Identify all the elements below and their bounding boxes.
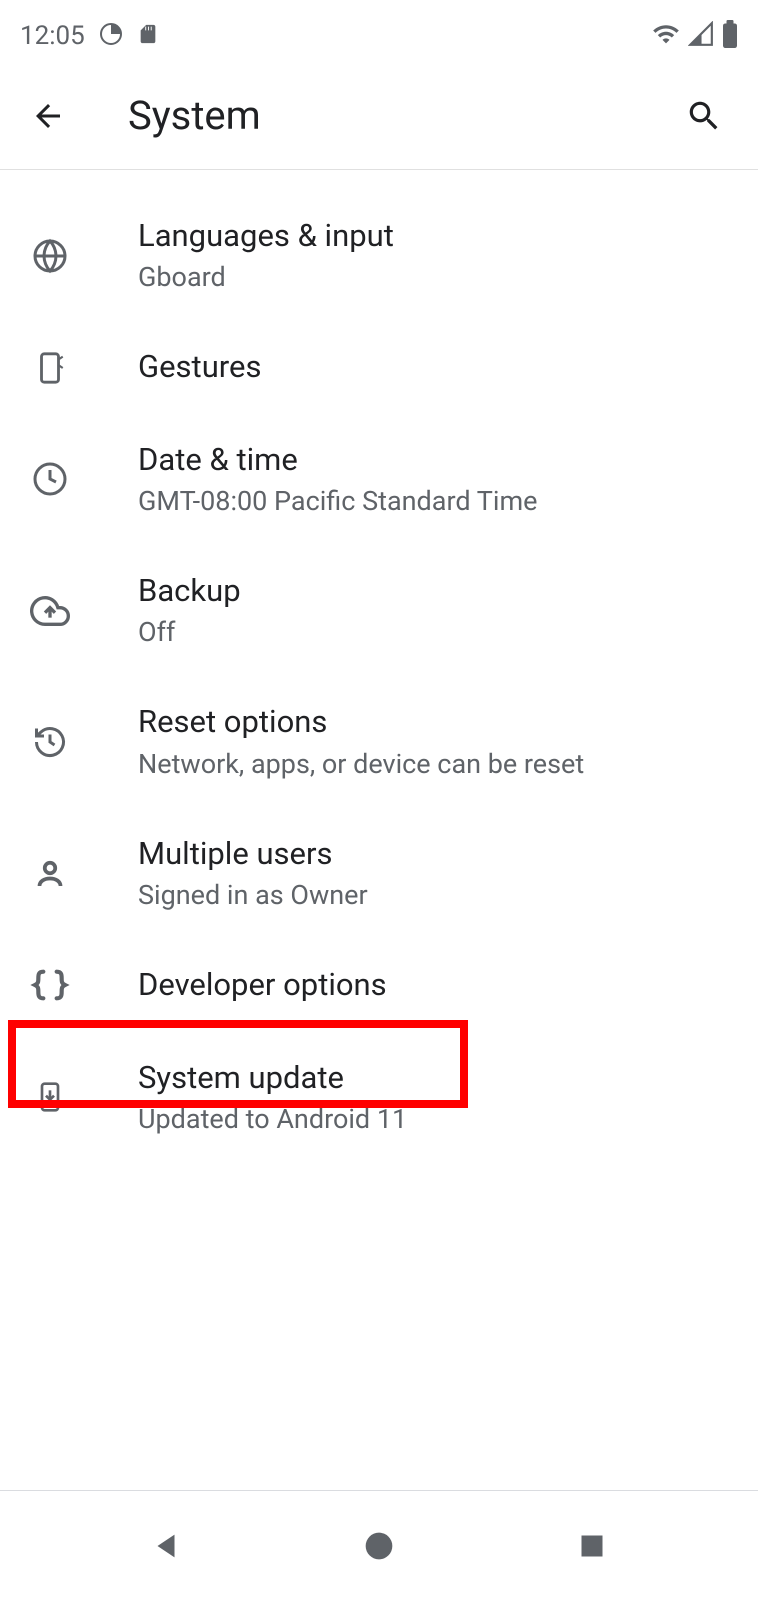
battery-icon [722,20,738,52]
nav-recent-button[interactable] [571,1525,613,1567]
pie-icon [99,22,123,50]
settings-item-title: Gestures [138,347,728,387]
status-time: 12:05 [20,21,85,51]
sd-card-icon [137,23,159,49]
settings-item-system-update[interactable]: System update Updated to Android 11 [0,1032,758,1163]
code-icon [30,965,70,1005]
settings-item-reset-options[interactable]: Reset options Network, apps, or device c… [0,676,758,807]
navigation-bar [0,1490,758,1600]
settings-item-title: Backup [138,571,728,611]
back-button[interactable] [30,98,78,134]
status-left: 12:05 [20,21,159,51]
clock-icon [30,459,70,499]
settings-item-date-time[interactable]: Date & time GMT-08:00 Pacific Standard T… [0,414,758,545]
settings-item-title: Developer options [138,965,728,1005]
wifi-icon [652,20,680,52]
status-right [652,20,738,52]
circle-home-icon [363,1530,395,1562]
signal-icon [688,21,714,51]
settings-item-developer-options[interactable]: Developer options [0,939,758,1031]
settings-item-subtitle: GMT-08:00 Pacific Standard Time [138,484,728,519]
nav-back-button[interactable] [145,1525,187,1567]
settings-item-subtitle: Network, apps, or device can be reset [138,747,728,782]
search-button[interactable] [680,97,728,135]
settings-item-title: System update [138,1058,728,1098]
person-icon [30,854,70,894]
globe-icon [30,236,70,276]
settings-item-subtitle: Updated to Android 11 [138,1102,728,1137]
nav-home-button[interactable] [358,1525,400,1567]
settings-item-subtitle: Off [138,615,728,650]
back-arrow-icon [30,98,66,134]
square-recent-icon [578,1532,606,1560]
cloud-upload-icon [30,591,70,631]
reset-icon [30,722,70,762]
header: System [0,72,758,170]
search-icon [685,97,723,135]
status-bar: 12:05 [0,0,758,72]
settings-item-subtitle: Signed in as Owner [138,878,728,913]
settings-item-title: Date & time [138,440,728,480]
settings-list: Languages & input Gboard Gestures Date &… [0,170,758,1163]
settings-item-gestures[interactable]: Gestures [0,321,758,413]
settings-item-subtitle: Gboard [138,260,728,295]
system-update-icon [30,1077,70,1117]
settings-item-title: Multiple users [138,834,728,874]
settings-item-title: Languages & input [138,216,728,256]
settings-item-title: Reset options [138,702,728,742]
settings-item-backup[interactable]: Backup Off [0,545,758,676]
triangle-back-icon [149,1529,183,1563]
gesture-icon [30,348,70,388]
settings-item-languages-input[interactable]: Languages & input Gboard [0,190,758,321]
page-title: System [128,92,680,139]
settings-item-multiple-users[interactable]: Multiple users Signed in as Owner [0,808,758,939]
